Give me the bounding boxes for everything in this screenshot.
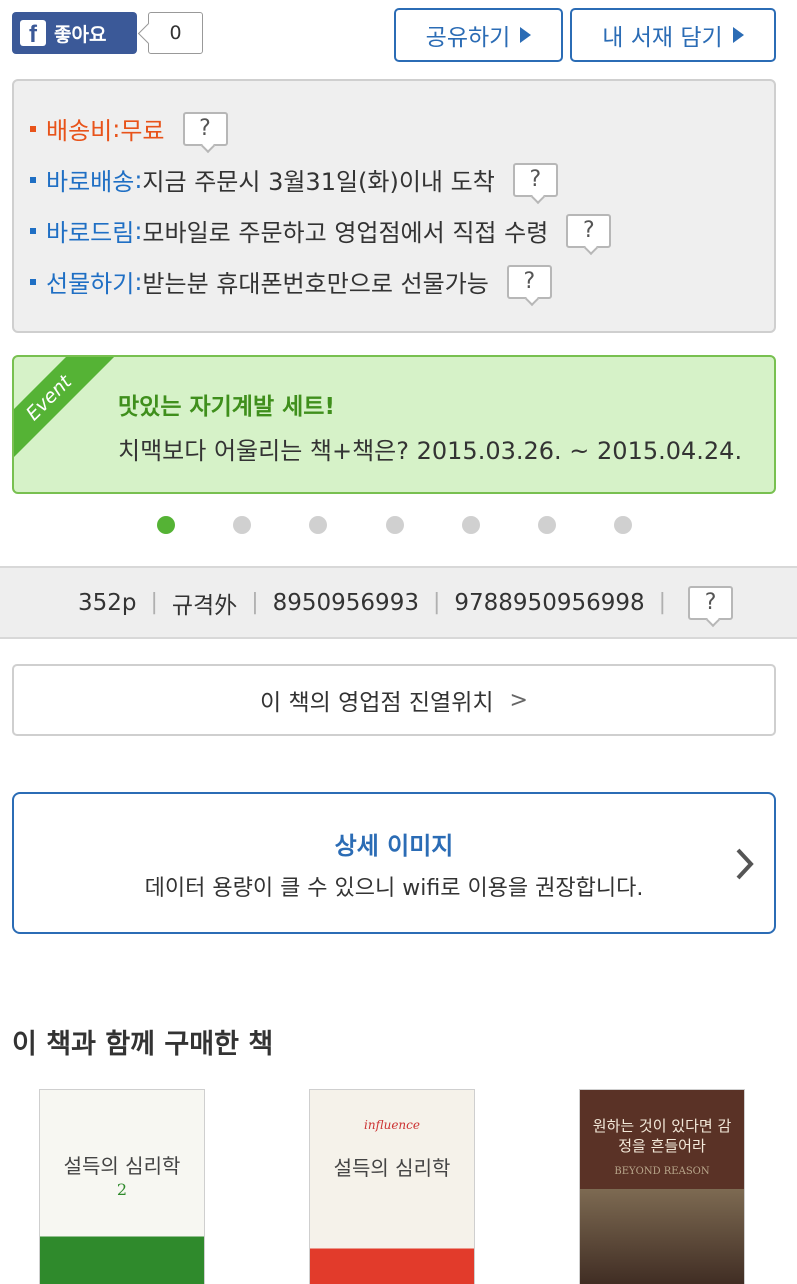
book-cover-title: 원하는 것이 있다면 감정을 흔들어라 bbox=[592, 1117, 732, 1155]
spec-format: 규격外 bbox=[171, 592, 238, 619]
delivery-row-pickup: 바로드림 : 모바일로 주문하고 영업점에서 직접 수령 ? bbox=[30, 213, 612, 248]
quick-sep: : bbox=[134, 165, 143, 194]
divider: | bbox=[150, 590, 158, 615]
pickup-label: 바로드림 bbox=[46, 219, 135, 247]
gift-value: 받는분 휴대폰번호만으로 선물가능 bbox=[142, 270, 489, 298]
facebook-icon: f bbox=[20, 20, 46, 46]
book-cover-tag: influence bbox=[364, 1118, 420, 1132]
delivery-row-quick: 바로배송 : 지금 주문시 3월31일(화)이내 도착 ? bbox=[30, 162, 558, 197]
triangle-right-icon bbox=[520, 27, 532, 43]
event-banner[interactable]: Event 맛있는 자기계발 세트! 치맥보다 어울리는 책+책은? 2015.… bbox=[12, 355, 776, 494]
shipping-sep: : bbox=[112, 114, 121, 143]
book-cover[interactable]: 원하는 것이 있다면 감정을 흔들어라 BEYOND REASON bbox=[579, 1089, 745, 1284]
event-description: 치맥보다 어울리는 책+책은? 2015.03.26. ~ 2015.04.24… bbox=[118, 437, 743, 465]
book-cover-title: 설득의 심리학 bbox=[63, 1154, 181, 1178]
carousel-dot[interactable] bbox=[157, 516, 175, 534]
carousel-dot[interactable] bbox=[386, 516, 404, 534]
event-ribbon: Event bbox=[14, 357, 122, 471]
book-cover[interactable]: influence 설득의 심리학 bbox=[309, 1089, 475, 1284]
book-cover-tag: BEYOND REASON bbox=[614, 1166, 710, 1177]
section-title: 이 책과 함께 구매한 책 bbox=[12, 1029, 274, 1060]
help-button[interactable]: ? bbox=[688, 585, 734, 620]
pickup-sep: : bbox=[134, 216, 143, 245]
delivery-info-box: 배송비 : 무료 ? 바로배송 : 지금 주문시 3월31일(화)이내 도착 ?… bbox=[12, 79, 776, 333]
bullet-icon bbox=[30, 125, 36, 132]
spec-isbn10: 8950956993 bbox=[272, 589, 419, 616]
book-cover-number: 2 bbox=[116, 1180, 128, 1199]
facebook-like-button[interactable]: f 좋아요 bbox=[12, 12, 137, 54]
carousel-dot[interactable] bbox=[614, 516, 632, 534]
like-count: 0 bbox=[148, 12, 203, 54]
bullet-icon bbox=[30, 176, 36, 183]
event-title: 맛있는 자기계발 세트! bbox=[118, 394, 335, 420]
divider: | bbox=[251, 590, 259, 615]
delivery-row-shipping: 배송비 : 무료 ? bbox=[30, 111, 228, 146]
chevron-right-icon bbox=[736, 848, 754, 880]
store-location-button[interactable]: 이 책의 영업점 진열위치 > bbox=[12, 664, 776, 736]
bullet-icon bbox=[30, 227, 36, 234]
quick-value: 지금 주문시 3월31일(화)이내 도착 bbox=[142, 168, 495, 196]
add-to-shelf-button[interactable]: 내 서재 담기 bbox=[570, 8, 776, 62]
shipping-label: 배송비 bbox=[46, 117, 113, 145]
bullet-icon bbox=[30, 278, 36, 285]
quick-label: 바로배송 bbox=[46, 168, 135, 196]
book-specs-bar: 352p | 규격外 | 8950956993 | 9788950956998 … bbox=[0, 566, 797, 639]
gift-sep: : bbox=[134, 267, 143, 296]
spec-pages: 352p bbox=[77, 589, 137, 616]
chevron-right-icon: > bbox=[509, 687, 528, 713]
help-button[interactable]: ? bbox=[182, 111, 228, 146]
gift-label: 선물하기 bbox=[46, 270, 135, 298]
carousel-dot[interactable] bbox=[462, 516, 480, 534]
share-button[interactable]: 공유하기 bbox=[394, 8, 563, 62]
help-button[interactable]: ? bbox=[566, 213, 612, 248]
help-button[interactable]: ? bbox=[506, 264, 552, 299]
shelf-label: 내 서재 담기 bbox=[602, 25, 723, 51]
detail-image-subtitle: 데이터 용량이 클 수 있으니 wifi로 이용을 권장합니다. bbox=[144, 876, 644, 901]
like-label: 좋아요 bbox=[54, 23, 107, 46]
book-cover[interactable]: 설득의 심리학 2 bbox=[39, 1089, 205, 1284]
carousel-dots bbox=[0, 516, 797, 536]
pickup-value: 모바일로 주문하고 영업점에서 직접 수령 bbox=[142, 219, 549, 247]
carousel-dot[interactable] bbox=[538, 516, 556, 534]
help-button[interactable]: ? bbox=[512, 162, 558, 197]
book-cover-title: 설득의 심리학 bbox=[333, 1156, 451, 1180]
divider: | bbox=[432, 590, 441, 615]
triangle-right-icon bbox=[732, 27, 744, 43]
carousel-dot[interactable] bbox=[309, 516, 327, 534]
store-location-label: 이 책의 영업점 진열위치 bbox=[260, 690, 494, 716]
shipping-value: 무료 bbox=[120, 117, 165, 145]
divider: | bbox=[658, 590, 667, 615]
spec-isbn13: 9788950956998 bbox=[454, 589, 645, 616]
delivery-row-gift: 선물하기 : 받는분 휴대폰번호만으로 선물가능 ? bbox=[30, 264, 552, 299]
share-label: 공유하기 bbox=[425, 25, 511, 51]
detail-image-title: 상세 이미지 bbox=[334, 832, 454, 860]
carousel-dot[interactable] bbox=[233, 516, 251, 534]
detail-image-button[interactable]: 상세 이미지 데이터 용량이 클 수 있으니 wifi로 이용을 권장합니다. bbox=[12, 792, 776, 934]
